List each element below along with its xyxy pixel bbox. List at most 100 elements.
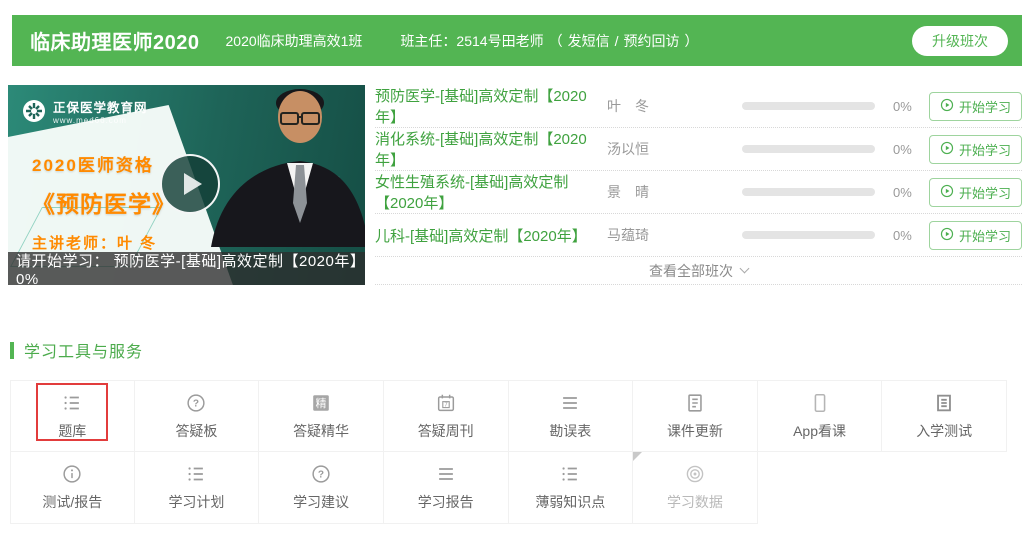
tool-label: 学习建议 bbox=[293, 492, 349, 512]
chevron-down-icon bbox=[740, 264, 750, 274]
thumb-line-year: 2020医师资格 bbox=[32, 151, 176, 176]
corner-fold-icon bbox=[633, 452, 642, 461]
tool-label: 薄弱知识点 bbox=[535, 492, 605, 512]
class-manager-info: 班主任：2514号田老师 （ 发短信 / 预约回访 ） bbox=[400, 31, 698, 51]
class-header-bar: 临床助理医师2020 2020临床助理高效1班 班主任：2514号田老师 （ 发… bbox=[12, 15, 1022, 66]
tool-item[interactable]: App看课 bbox=[758, 380, 883, 452]
tool-label: 勘误表 bbox=[549, 421, 591, 441]
tool-label: 题库 bbox=[58, 421, 86, 441]
course-row: 女性生殖系统-[基础]高效定制【2020年】 景 晴 0% 开始学习 bbox=[375, 171, 1022, 214]
play-circle-icon bbox=[940, 184, 954, 201]
start-learning-button[interactable]: 开始学习 bbox=[929, 135, 1022, 164]
svg-text:?: ? bbox=[193, 398, 199, 409]
tools-section-title: 学习工具与服务 bbox=[10, 338, 1007, 362]
course-progress-percent: 0% bbox=[893, 228, 929, 243]
tool-label: 学习报告 bbox=[418, 492, 474, 512]
play-circle-icon bbox=[940, 141, 954, 158]
calendar-7-icon: 7 bbox=[435, 392, 457, 414]
course-teacher: 马蕴琦 bbox=[607, 225, 742, 245]
play-circle-icon bbox=[940, 98, 954, 115]
tools-title-text: 学习工具与服务 bbox=[24, 338, 143, 362]
tool-item[interactable]: 入学测试 bbox=[882, 380, 1007, 452]
tool-label: 答疑板 bbox=[175, 421, 217, 441]
course-progress-bar bbox=[742, 231, 875, 239]
tool-label: 答疑精华 bbox=[293, 421, 349, 441]
brand-url: www.med66.com bbox=[53, 116, 148, 125]
tool-item[interactable]: 勘误表 bbox=[509, 380, 634, 452]
tool-item[interactable]: 学习报告 bbox=[384, 452, 509, 524]
upgrade-class-button[interactable]: 升级班次 bbox=[912, 26, 1008, 56]
tool-item[interactable]: 7 答疑周刊 bbox=[384, 380, 509, 452]
start-learning-button[interactable]: 开始学习 bbox=[929, 221, 1022, 250]
question-circle-icon: ? bbox=[310, 463, 332, 485]
document-icon bbox=[684, 392, 706, 414]
course-progress-bar bbox=[742, 102, 875, 110]
course-dashboard-page: 临床助理医师2020 2020临床助理高效1班 班主任：2514号田老师 （ 发… bbox=[0, 0, 1034, 538]
tool-item[interactable]: ? 答疑板 bbox=[135, 380, 260, 452]
course-video-thumbnail[interactable]: 正保医学教育网 www.med66.com 2020医师资格 《预防医学》 主讲… bbox=[8, 85, 365, 285]
play-button[interactable] bbox=[160, 154, 220, 214]
send-sms-link[interactable]: 发短信 bbox=[568, 31, 610, 51]
tool-item[interactable]: 课件更新 bbox=[633, 380, 758, 452]
jing-badge-icon: 精 bbox=[310, 392, 332, 414]
play-circle-icon bbox=[940, 227, 954, 244]
course-progress-bar bbox=[742, 145, 875, 153]
tool-item[interactable]: ? 学习建议 bbox=[259, 452, 384, 524]
course-row: 预防医学-[基础]高效定制【2020年】 叶 冬 0% 开始学习 bbox=[375, 85, 1022, 128]
tool-item[interactable]: 学习计划 bbox=[135, 452, 260, 524]
course-name-link[interactable]: 儿科-[基础]高效定制【2020年】 bbox=[375, 225, 607, 246]
manager-label: 班主任：2514号田老师 bbox=[400, 31, 543, 51]
svg-text:7: 7 bbox=[444, 402, 447, 408]
page-title: 临床助理医师2020 bbox=[30, 26, 200, 55]
instructor-photo bbox=[203, 85, 365, 252]
play-icon bbox=[184, 173, 202, 195]
thumb-line-subject: 《预防医学》 bbox=[32, 185, 176, 219]
start-learning-label: 开始学习 bbox=[959, 226, 1011, 245]
class-name: 2020临床助理高效1班 bbox=[226, 31, 363, 51]
thumbnail-text: 2020医师资格 《预防医学》 主讲老师：叶 冬 bbox=[32, 151, 176, 253]
info-circle-icon bbox=[61, 463, 83, 485]
tool-item[interactable]: 测试/报告 bbox=[10, 452, 135, 524]
tool-item[interactable]: 精 答疑精华 bbox=[259, 380, 384, 452]
course-name-link[interactable]: 消化系统-[基础]高效定制【2020年】 bbox=[375, 128, 607, 170]
view-all-classes[interactable]: 查看全部班次 bbox=[375, 257, 1022, 285]
tool-label: 课件更新 bbox=[667, 421, 723, 441]
start-learning-button[interactable]: 开始学习 bbox=[929, 92, 1022, 121]
svg-text:精: 精 bbox=[316, 397, 327, 410]
tool-item[interactable]: 薄弱知识点 bbox=[509, 452, 634, 524]
tool-label: 答疑周刊 bbox=[418, 421, 474, 441]
reserve-callback-link[interactable]: 预约回访 bbox=[623, 31, 679, 51]
phone-icon bbox=[809, 392, 831, 414]
start-learning-button[interactable]: 开始学习 bbox=[929, 178, 1022, 207]
svg-text:?: ? bbox=[318, 470, 324, 481]
brand-logo: 正保医学教育网 www.med66.com bbox=[22, 97, 148, 125]
video-caption: 请开始学习： 预防医学-[基础]高效定制【2020年】0% bbox=[8, 252, 365, 285]
tool-label: 入学测试 bbox=[916, 421, 972, 441]
course-list: 预防医学-[基础]高效定制【2020年】 叶 冬 0% 开始学习 消化系统-[基… bbox=[375, 85, 1022, 285]
course-teacher: 叶 冬 bbox=[607, 96, 742, 116]
course-name-link[interactable]: 女性生殖系统-[基础]高效定制【2020年】 bbox=[375, 171, 607, 213]
tool-label: App看课 bbox=[793, 421, 846, 441]
brand-name: 正保医学教育网 bbox=[53, 97, 148, 116]
course-teacher: 景 晴 bbox=[607, 182, 742, 202]
course-progress-percent: 0% bbox=[893, 99, 929, 114]
list-icon bbox=[559, 463, 581, 485]
tool-item[interactable]: 学习数据 bbox=[633, 452, 758, 524]
course-teacher: 汤以恒 bbox=[607, 139, 742, 159]
list-icon bbox=[61, 392, 83, 414]
start-learning-label: 开始学习 bbox=[959, 97, 1011, 116]
course-progress-percent: 0% bbox=[893, 185, 929, 200]
paren-close: ） bbox=[684, 31, 698, 51]
paren-open: （ bbox=[549, 31, 563, 51]
course-row: 消化系统-[基础]高效定制【2020年】 汤以恒 0% 开始学习 bbox=[375, 128, 1022, 171]
med66-logo-icon bbox=[22, 99, 46, 123]
list-icon bbox=[185, 463, 207, 485]
target-icon bbox=[684, 463, 706, 485]
start-learning-label: 开始学习 bbox=[959, 140, 1011, 159]
lines-icon bbox=[435, 463, 457, 485]
lines-icon bbox=[559, 392, 581, 414]
start-learning-label: 开始学习 bbox=[959, 183, 1011, 202]
tool-item[interactable]: 题库 bbox=[10, 380, 135, 452]
document-box-icon bbox=[933, 392, 955, 414]
course-name-link[interactable]: 预防医学-[基础]高效定制【2020年】 bbox=[375, 85, 607, 127]
